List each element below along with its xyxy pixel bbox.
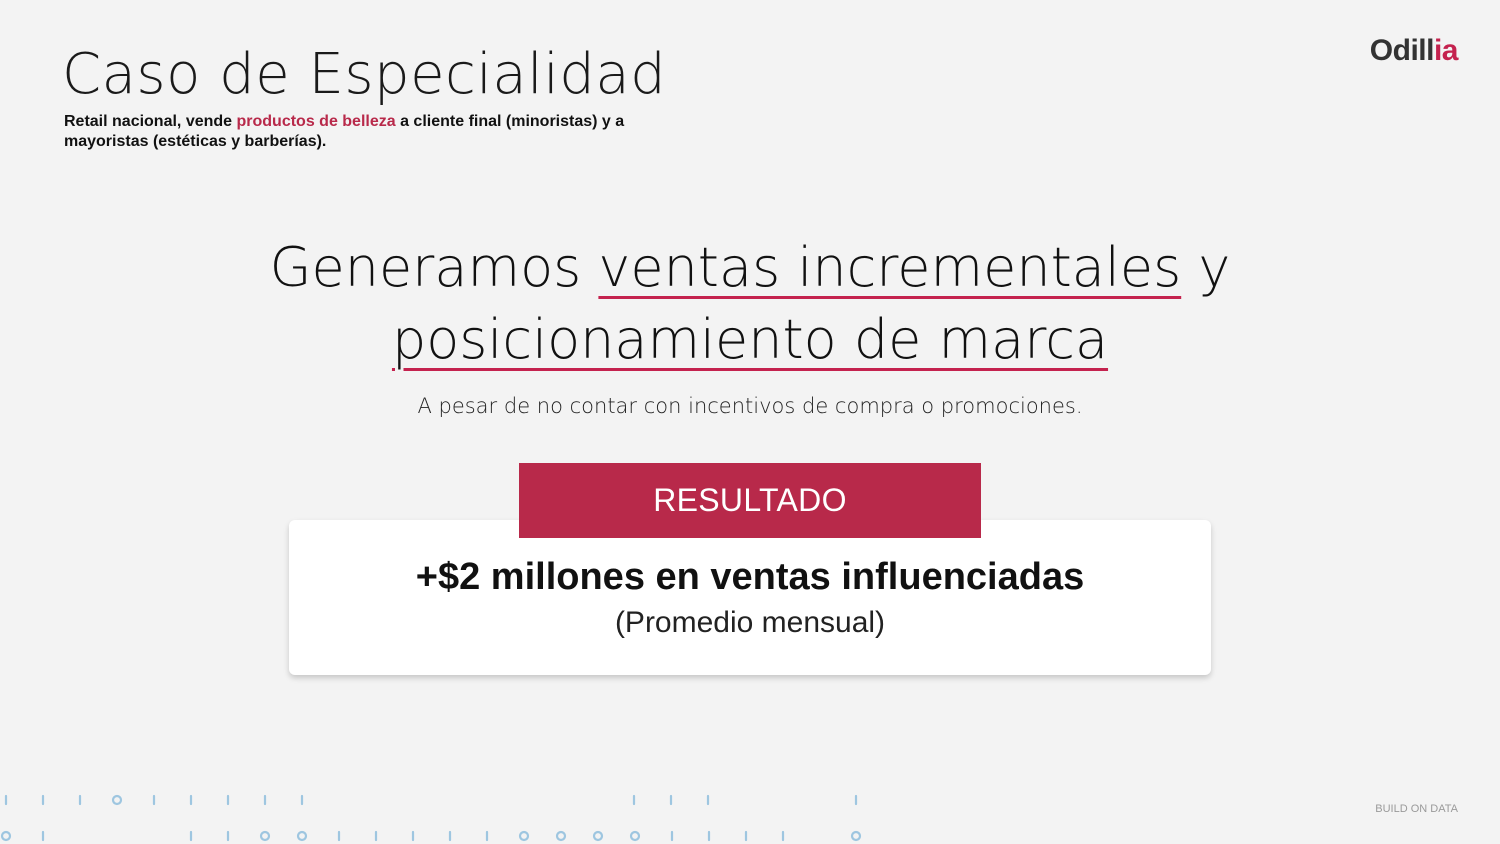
result-value: +$2 millones en ventas influenciadas <box>415 556 1085 598</box>
result-badge: RESULTADO <box>519 463 981 538</box>
headline-text-1: Generamos <box>269 236 599 299</box>
headline-underlined-2: posicionamiento de marca <box>391 308 1109 371</box>
logo-main: Odill <box>1369 34 1435 67</box>
result-note: (Promedio mensual) <box>614 606 886 639</box>
logo-accent: ia <box>1433 34 1459 67</box>
subtitle-highlight: productos de belleza <box>236 113 396 130</box>
page-subtitle: Retail nacional, vende productos de bell… <box>64 112 684 152</box>
footer-tagline: BUILD ON DATA <box>1375 803 1458 815</box>
brand-logo: Odillia <box>1369 34 1459 68</box>
result-card: +$2 millones en ventas influenciadas (Pr… <box>289 520 1211 675</box>
headline: Generamos ventas incrementales y posicion… <box>0 232 1500 376</box>
lead-text: A pesar de no contar con incentivos de c… <box>417 394 1083 418</box>
headline-text-2: y <box>1181 236 1231 299</box>
headline-underlined-1: ventas incrementales <box>598 236 1182 299</box>
decorative-pattern-icon <box>0 794 862 842</box>
page-title: Caso de Especialidad <box>62 42 667 107</box>
subtitle-text-1: Retail nacional, vende <box>64 113 237 130</box>
